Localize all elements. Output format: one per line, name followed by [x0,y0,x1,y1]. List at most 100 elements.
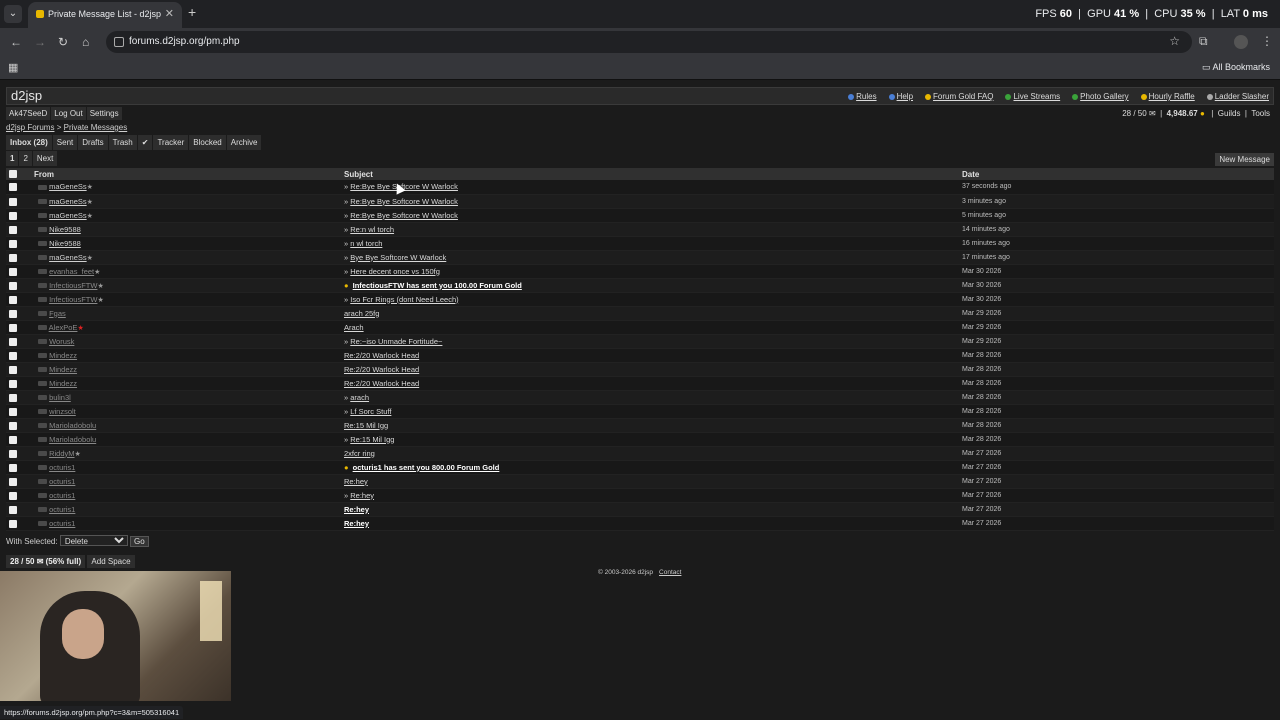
sender-link[interactable]: bulin3l [49,393,71,402]
sender-link[interactable]: AlexPoE [49,323,78,332]
url-text[interactable]: forums.d2jsp.org/pm.php [129,36,240,47]
row-checkbox[interactable] [9,421,17,430]
page-link-next[interactable]: Next [32,151,58,166]
pm-tab-1[interactable]: Sent [52,135,78,150]
apps-grid-icon[interactable]: ▦ [8,61,18,74]
table-row[interactable]: RiddyM★ 2xfcr ring Mar 27 2026 [6,446,1274,461]
sender-link[interactable]: Mindezz [49,379,77,388]
close-tab-icon[interactable]: ✕ [165,7,174,20]
breadcrumb-forums[interactable]: d2jsp Forums [6,123,54,132]
add-space-button[interactable]: Add Space [87,554,135,568]
row-checkbox[interactable] [9,365,17,374]
username-link[interactable]: Ak47SeeD [6,107,51,120]
row-checkbox[interactable] [9,351,17,360]
subject-link[interactable]: Re:15 Mil Igg [350,435,394,444]
table-row[interactable]: evanhas_feet★ » Here decent once vs 150fg… [6,264,1274,279]
column-from[interactable]: From [34,168,344,180]
table-row[interactable]: Nike9588 » n wl torch 16 minutes ago [6,236,1274,251]
row-checkbox[interactable] [9,267,17,276]
row-checkbox[interactable] [9,519,17,528]
table-row[interactable]: InfectiousFTW★ » Iso Fcr Rings (dont Need… [6,292,1274,307]
home-icon[interactable]: ⌂ [82,35,89,49]
row-checkbox[interactable] [9,253,17,262]
table-row[interactable]: Mindezz Re:2/20 Warlock Head Mar 28 2026 [6,376,1274,391]
sender-link[interactable]: maGeneSs [49,253,87,262]
table-row[interactable]: octuris1 Re:hey Mar 27 2026 [6,516,1274,531]
subject-link[interactable]: Re:15 Mil Igg [344,421,388,430]
pm-tab-4[interactable]: ✔ [137,135,153,150]
row-checkbox[interactable] [9,505,17,514]
row-checkbox[interactable] [9,435,17,444]
pm-tab-3[interactable]: Trash [108,135,137,150]
sender-link[interactable]: octuris1 [49,477,75,486]
table-row[interactable]: maGeneSs★» Re:Bye Bye Softcore W Warlock… [6,180,1274,195]
sender-link[interactable]: Fgas [49,309,66,318]
table-row[interactable]: AlexPoE★ Arach Mar 29 2026 [6,320,1274,335]
subject-link[interactable]: Re:~iso Unmade Fortitude~ [350,337,442,346]
extensions-icon[interactable]: ⧉ [1199,34,1208,49]
back-icon[interactable]: ← [10,35,22,49]
row-checkbox[interactable] [9,211,17,220]
top-link-help[interactable]: Help [883,92,913,101]
table-row[interactable]: Fgas arach 25fg Mar 29 2026 [6,306,1274,321]
row-checkbox[interactable] [9,323,17,332]
subject-link[interactable]: arach [350,393,369,402]
site-logo[interactable]: d2jsp [11,88,42,103]
sender-link[interactable]: Marioladobolu [49,435,96,444]
table-row[interactable]: maGeneSs★ » Bye Bye Softcore W Warlock 17 … [6,250,1274,265]
subject-link[interactable]: Re:hey [344,505,369,514]
table-row[interactable]: octuris1 » Re:hey Mar 27 2026 [6,488,1274,503]
sender-link[interactable]: octuris1 [49,519,75,528]
sender-link[interactable]: Nike9588 [49,239,81,248]
row-checkbox[interactable] [9,337,17,346]
row-checkbox[interactable] [9,295,17,304]
row-checkbox[interactable] [9,239,17,248]
row-checkbox[interactable] [9,183,17,192]
subject-link[interactable]: Re:2/20 Warlock Head [344,379,419,388]
subject-link[interactable]: InfectiousFTW has sent you 100.00 Forum … [353,281,522,290]
table-row[interactable]: maGeneSs★» Re:Bye Bye Softcore W Warlock… [6,208,1274,223]
table-row[interactable]: InfectiousFTW★ ● InfectiousFTW has sent y… [6,278,1274,293]
table-row[interactable]: Mindezz Re:2/20 Warlock Head Mar 28 2026 [6,348,1274,363]
sender-link[interactable]: Mindezz [49,365,77,374]
table-row[interactable]: Worusk » Re:~iso Unmade Fortitude~ Mar 29 … [6,334,1274,349]
top-link-hourly-raffle[interactable]: Hourly Raffle [1135,92,1195,101]
sender-link[interactable]: Nike9588 [49,225,81,234]
sender-link[interactable]: Mindezz [49,351,77,360]
select-all-checkbox[interactable] [9,170,17,179]
row-checkbox[interactable] [9,197,17,206]
guilds-link[interactable]: Guilds [1218,109,1241,118]
subject-link[interactable]: Re:hey [350,491,374,500]
subject-link[interactable]: arach 25fg [344,309,379,318]
subject-link[interactable]: Re:hey [344,477,368,486]
subject-link[interactable]: Re:2/20 Warlock Head [344,351,419,360]
table-row[interactable]: Marioladobolu Re:15 Mil Igg Mar 28 2026 [6,418,1274,433]
browser-tab[interactable]: Private Message List - d2jsp ✕ [28,2,182,28]
site-info-icon[interactable] [114,37,124,47]
table-row[interactable]: octuris1 ● octuris1 has sent you 800.00 F… [6,460,1274,475]
top-link-photo-gallery[interactable]: Photo Gallery [1066,92,1129,101]
table-row[interactable]: Marioladobolu » Re:15 Mil Igg Mar 28 2026 [6,432,1274,447]
breadcrumb-pm[interactable]: Private Messages [64,123,128,132]
subject-link[interactable]: Re:n wl torch [350,225,394,234]
sender-link[interactable]: InfectiousFTW [49,295,97,304]
forward-icon[interactable]: → [34,35,46,49]
column-date[interactable]: Date [962,168,1274,180]
page-link-2[interactable]: 2 [19,151,32,166]
sender-link[interactable]: InfectiousFTW [49,281,97,290]
subject-link[interactable]: Lf Sorc Stuff [350,407,391,416]
settings-button[interactable]: Settings [86,107,122,120]
row-checkbox[interactable] [9,449,17,458]
row-checkbox[interactable] [9,407,17,416]
new-message-button[interactable]: New Message [1215,153,1274,166]
subject-link[interactable]: octuris1 has sent you 800.00 Forum Gold [353,463,500,472]
profile-avatar[interactable] [1234,35,1248,49]
subject-link[interactable]: n wl torch [350,239,382,248]
sender-link[interactable]: maGeneSs [49,182,87,191]
sender-link[interactable]: RiddyM [49,449,74,458]
tab-search-button[interactable]: ⌄ [4,5,22,23]
subject-link[interactable]: Re:2/20 Warlock Head [344,365,419,374]
row-checkbox[interactable] [9,309,17,318]
go-button[interactable]: Go [130,535,149,547]
menu-icon[interactable]: ⋮ [1261,34,1273,48]
